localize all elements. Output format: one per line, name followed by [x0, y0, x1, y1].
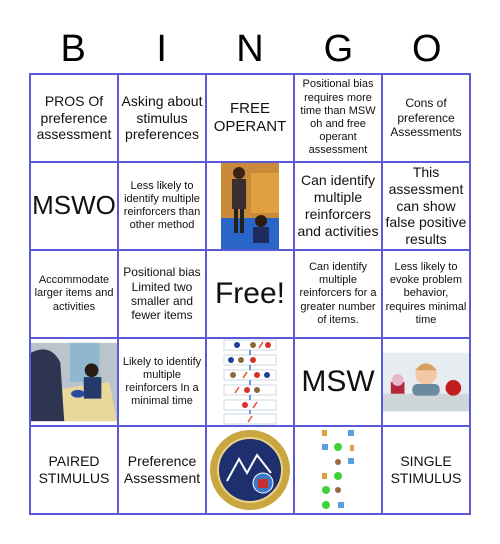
cell-text: Positional bias requires more time than …	[300, 78, 376, 157]
cell-text: Less likely to identify multiple reinfor…	[123, 179, 201, 232]
free-space[interactable]: Free!	[206, 250, 294, 338]
cell-text: This assessment can show false positive …	[385, 164, 467, 248]
bingo-cell[interactable]: Can identify multiple reinforcers for a …	[294, 250, 382, 338]
bingo-cell[interactable]: This assessment can show false positive …	[382, 162, 470, 250]
bingo-cell[interactable]	[206, 162, 294, 250]
bingo-cell[interactable]: PROS Of preference assessment	[30, 74, 118, 162]
cell-text: Likely to identify multiple reinforcers …	[122, 355, 202, 408]
seal-logo	[210, 430, 290, 510]
item-array-diagram	[223, 339, 277, 425]
bingo-cell[interactable]: Can identify multiple reinforcers and ac…	[294, 162, 382, 250]
cell-text: Accommodate larger items and activities	[34, 274, 114, 313]
bingo-cell[interactable]: PAIRED STIMULUS	[30, 426, 118, 514]
bingo-cell[interactable]: Accommodate larger items and activities	[30, 250, 118, 338]
child-cupcake-apple-photo	[383, 352, 469, 412]
cell-text: FREE OPERANT	[213, 100, 287, 135]
bingo-cell[interactable]: Preference Assessment	[118, 426, 206, 514]
adult-child-table-photo	[31, 342, 117, 422]
cell-text: Less likely to evoke problem behavior, r…	[385, 261, 467, 326]
cell-text: PAIRED STIMULUS	[38, 453, 110, 486]
cell-text: MSW	[301, 365, 375, 398]
bingo-cell[interactable]	[294, 426, 382, 514]
cell-text: Can identify multiple reinforcers for a …	[299, 261, 377, 326]
bingo-cell[interactable]: SINGLE STIMULUS	[382, 426, 470, 514]
cell-text: PROS Of preference assessment	[36, 92, 112, 143]
cell-text: Positional bias Limited two smaller and …	[123, 265, 201, 323]
teacher-classroom-photo	[221, 163, 279, 249]
bingo-cell[interactable]: Less likely to evoke problem behavior, r…	[382, 250, 470, 338]
bingo-board: PROS Of preference assessment Asking abo…	[29, 73, 471, 515]
cell-text: MSWO	[32, 190, 116, 221]
bingo-header: B I N G O	[29, 26, 471, 72]
bingo-cell[interactable]: Positional bias requires more time than …	[294, 74, 382, 162]
toy-array-diagram	[322, 430, 354, 509]
header-letter-o: O	[412, 28, 442, 70]
bingo-cell[interactable]	[206, 426, 294, 514]
bingo-cell[interactable]	[206, 338, 294, 426]
bingo-cell[interactable]: MSWO	[30, 162, 118, 250]
cell-text: SINGLE STIMULUS	[390, 453, 462, 486]
cell-text: Cons of preference Assessments	[390, 96, 462, 140]
bingo-cell[interactable]: FREE OPERANT	[206, 74, 294, 162]
bingo-cell[interactable]: Cons of preference Assessments	[382, 74, 470, 162]
bingo-cell[interactable]: MSW	[294, 338, 382, 426]
bingo-cell[interactable]	[30, 338, 118, 426]
cell-text: Free!	[214, 277, 286, 310]
bingo-cell[interactable]: Less likely to identify multiple reinfor…	[118, 162, 206, 250]
bingo-cell[interactable]: Positional bias Limited two smaller and …	[118, 250, 206, 338]
cell-text: Can identify multiple reinforcers and ac…	[297, 172, 379, 239]
cell-text: Preference Assessment	[123, 453, 201, 486]
header-letter-n: N	[236, 28, 264, 70]
header-letter-b: B	[60, 28, 86, 70]
bingo-cell[interactable]: Likely to identify multiple reinforcers …	[118, 338, 206, 426]
header-letter-i: I	[156, 28, 167, 70]
bingo-cell[interactable]	[382, 338, 470, 426]
header-letter-g: G	[323, 28, 354, 70]
bingo-cell[interactable]: Asking about stimulus preferences	[118, 74, 206, 162]
cell-text: Asking about stimulus preferences	[121, 92, 203, 143]
